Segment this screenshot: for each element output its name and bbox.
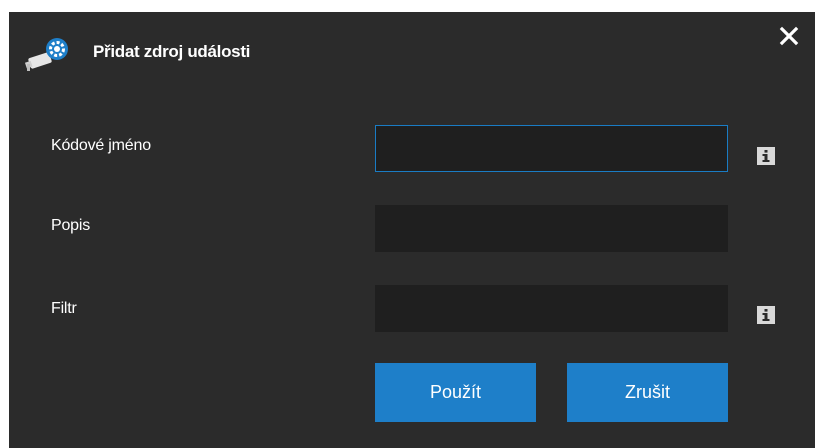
apply-button[interactable]: Použít [375, 363, 536, 422]
description-label: Popis [51, 217, 91, 234]
dialog-title: Přidat zdroj události [93, 42, 251, 61]
filter-label: Filtr [51, 300, 77, 317]
codename-info-icon[interactable] [756, 146, 776, 166]
camera-gear-icon [23, 36, 73, 72]
cancel-button[interactable]: Zrušit [567, 363, 728, 422]
dialog-titlebar: Přidat zdroj události [9, 12, 815, 90]
add-event-source-dialog: Přidat zdroj události Kódové jméno Popis… [9, 12, 815, 448]
filter-info-icon[interactable] [756, 305, 776, 325]
description-input[interactable] [375, 205, 728, 252]
close-icon[interactable] [775, 22, 803, 50]
codename-label: Kódové jméno [51, 137, 151, 154]
filter-input[interactable] [375, 285, 728, 332]
codename-input[interactable] [375, 125, 728, 172]
